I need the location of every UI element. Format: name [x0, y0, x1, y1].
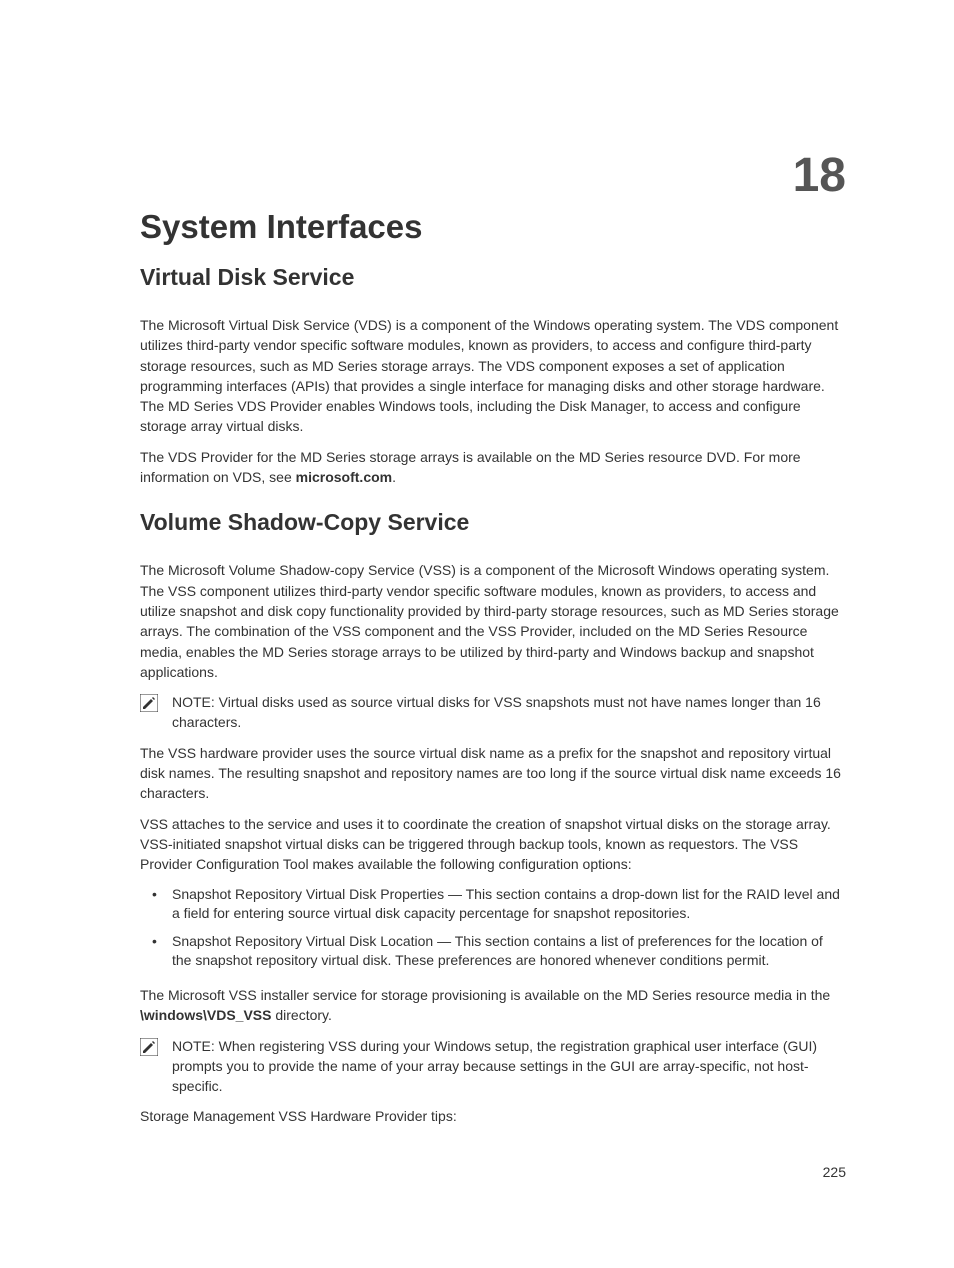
paragraph: The VSS hardware provider uses the sourc…	[140, 743, 846, 804]
note-content: NOTE: When registering VSS during your W…	[172, 1036, 846, 1097]
text-run: .	[392, 469, 396, 485]
list-item: Snapshot Repository Virtual Disk Propert…	[164, 885, 846, 924]
section-heading-vds: Virtual Disk Service	[140, 264, 846, 291]
note-body: Virtual disks used as source virtual dis…	[172, 694, 821, 730]
note-label: NOTE:	[172, 1038, 219, 1054]
path-text: \windows\VDS_VSS	[140, 1007, 271, 1023]
section-heading-vss: Volume Shadow-Copy Service	[140, 509, 846, 536]
paragraph: The Microsoft Volume Shadow-copy Service…	[140, 560, 846, 682]
paragraph: The Microsoft VSS installer service for …	[140, 985, 846, 1026]
note-label: NOTE:	[172, 694, 219, 710]
text-run: directory.	[271, 1007, 331, 1023]
note-block: NOTE: When registering VSS during your W…	[140, 1036, 846, 1097]
chapter-number: 18	[793, 148, 846, 203]
paragraph: VSS attaches to the service and uses it …	[140, 814, 846, 875]
link-text: microsoft.com	[296, 469, 392, 485]
text-run: The Microsoft VSS installer service for …	[140, 987, 830, 1003]
bullet-list: Snapshot Repository Virtual Disk Propert…	[140, 885, 846, 971]
paragraph: The VDS Provider for the MD Series stora…	[140, 447, 846, 488]
note-body: When registering VSS during your Windows…	[172, 1038, 817, 1095]
page-title: System Interfaces	[140, 208, 846, 246]
paragraph: The Microsoft Virtual Disk Service (VDS)…	[140, 315, 846, 437]
page-number: 225	[823, 1164, 846, 1180]
note-pencil-icon	[140, 1038, 158, 1056]
note-pencil-icon	[140, 694, 158, 712]
list-item: Snapshot Repository Virtual Disk Locatio…	[164, 932, 846, 971]
paragraph: Storage Management VSS Hardware Provider…	[140, 1106, 846, 1126]
text-run: The VDS Provider for the MD Series stora…	[140, 449, 801, 485]
note-block: NOTE: Virtual disks used as source virtu…	[140, 692, 846, 733]
note-content: NOTE: Virtual disks used as source virtu…	[172, 692, 846, 733]
